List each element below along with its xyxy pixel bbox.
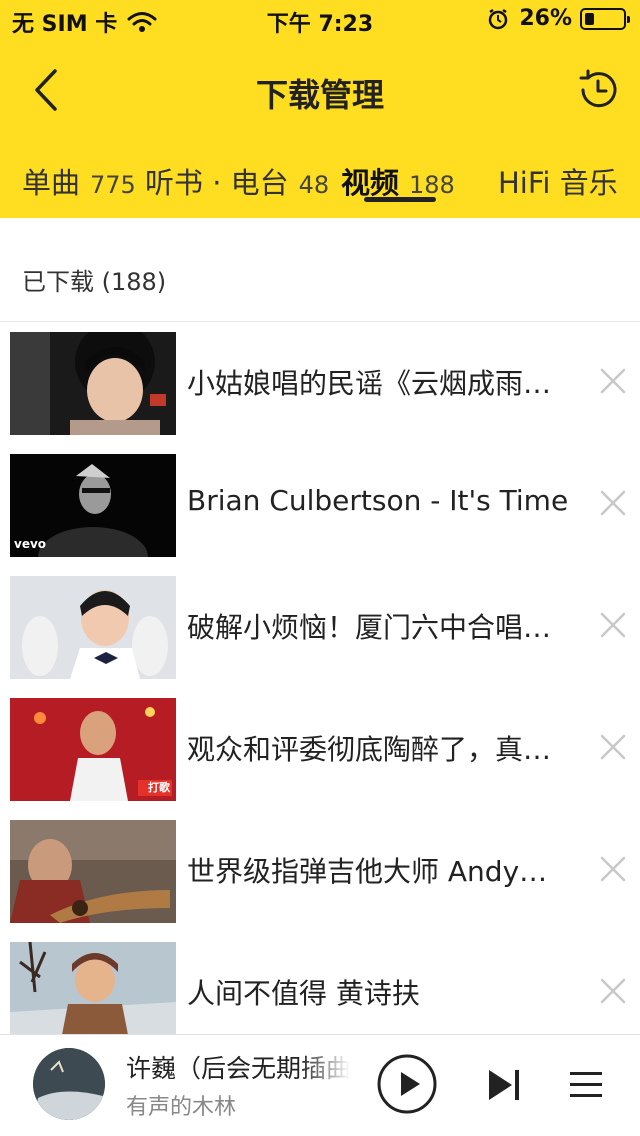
menu-icon xyxy=(570,1072,602,1097)
video-title: 破解小烦恼！厦门六中合唱… xyxy=(187,611,552,644)
video-title: Brian Culbertson - It's Time xyxy=(187,484,569,517)
video-thumbnail: 打歌 xyxy=(10,698,176,801)
skip-next-icon xyxy=(489,1070,519,1100)
show-logo: 打歌 xyxy=(148,781,170,794)
list-item[interactable]: 破解小烦恼！厦门六中合唱… xyxy=(0,566,640,688)
active-tab-indicator xyxy=(364,197,436,202)
tab-videos[interactable]: 视频 188 xyxy=(341,160,455,202)
mini-player[interactable]: 许巍（后会无期插曲 有声的木林 xyxy=(0,1034,640,1136)
battery-percent: 26% xyxy=(519,6,572,31)
category-tabs: 单曲 775 听书 · 电台 48 视频 188 HiFi 音乐 xyxy=(0,150,640,210)
status-right: 26% xyxy=(487,6,630,31)
list-item[interactable]: 打歌 观众和评委彻底陶醉了，真… xyxy=(0,688,640,810)
history-button[interactable] xyxy=(574,66,622,114)
close-icon xyxy=(600,368,626,394)
history-clock-icon xyxy=(579,69,617,108)
alarm-icon xyxy=(489,8,508,29)
list-item[interactable]: vevo Brian Culbertson - It's Time xyxy=(0,444,640,566)
play-button[interactable] xyxy=(376,1053,438,1115)
tab-hifi[interactable]: HiFi 音乐 xyxy=(498,160,618,202)
battery-fill xyxy=(585,12,594,25)
section-header: 已下载 (188) xyxy=(0,230,640,322)
tab-label: HiFi 音乐 xyxy=(498,166,618,200)
tab-singles[interactable]: 单曲 775 xyxy=(22,160,136,202)
list-item[interactable]: 人间不值得 黄诗扶 xyxy=(0,932,640,1034)
delete-button[interactable] xyxy=(598,488,628,518)
tab-audiobooks-radio[interactable]: 听书 · 电台 48 xyxy=(145,160,329,202)
delete-button[interactable] xyxy=(598,976,628,1006)
tab-label: 视频 xyxy=(341,166,400,200)
video-thumbnail: vevo xyxy=(10,454,176,557)
tab-label: 听书 · 电台 xyxy=(145,166,289,200)
header: 无 SIM 卡 下午 7:23 26% 下载管理 单曲 775 听书 · 电台 … xyxy=(0,0,640,218)
close-icon xyxy=(600,490,626,516)
play-icon xyxy=(377,1054,437,1114)
tab-count: 48 xyxy=(298,171,330,199)
tab-count: 775 xyxy=(90,171,136,199)
battery-icon xyxy=(580,7,630,30)
tab-count: 188 xyxy=(409,171,455,199)
now-playing-artist: 有声的木林 xyxy=(126,1095,237,1120)
album-cover[interactable] xyxy=(33,1048,105,1120)
video-title: 小姑娘唱的民谣《云烟成雨… xyxy=(187,367,552,400)
tab-label: 单曲 xyxy=(22,166,81,200)
video-thumbnail xyxy=(10,576,176,679)
delete-button[interactable] xyxy=(598,610,628,640)
video-list: 小姑娘唱的民谣《云烟成雨… vevo Brian Culbertson - It… xyxy=(0,322,640,1034)
section-title: 已下载 (188) xyxy=(22,268,167,296)
list-item[interactable]: 世界级指弹吉他大师 Andy… xyxy=(0,810,640,932)
delete-button[interactable] xyxy=(598,732,628,762)
video-thumbnail xyxy=(10,332,176,435)
delete-button[interactable] xyxy=(598,366,628,396)
close-icon xyxy=(600,734,626,760)
video-title: 世界级指弹吉他大师 Andy… xyxy=(187,855,548,888)
playlist-button[interactable] xyxy=(568,1069,604,1101)
video-title: 观众和评委彻底陶醉了，真… xyxy=(187,733,552,766)
close-icon xyxy=(600,612,626,638)
list-item[interactable]: 小姑娘唱的民谣《云烟成雨… xyxy=(0,322,640,444)
page-title: 下载管理 xyxy=(255,76,384,114)
delete-button[interactable] xyxy=(598,854,628,884)
status-bar: 无 SIM 卡 下午 7:23 26% xyxy=(0,0,640,40)
nav-bar: 下载管理 xyxy=(0,48,640,132)
next-track-button[interactable] xyxy=(486,1067,522,1103)
close-icon xyxy=(600,978,626,1004)
vevo-logo: vevo xyxy=(14,537,47,551)
video-thumbnail xyxy=(10,820,176,923)
close-icon xyxy=(600,856,626,882)
video-title: 人间不值得 黄诗扶 xyxy=(187,977,420,1010)
video-thumbnail xyxy=(10,942,176,1034)
